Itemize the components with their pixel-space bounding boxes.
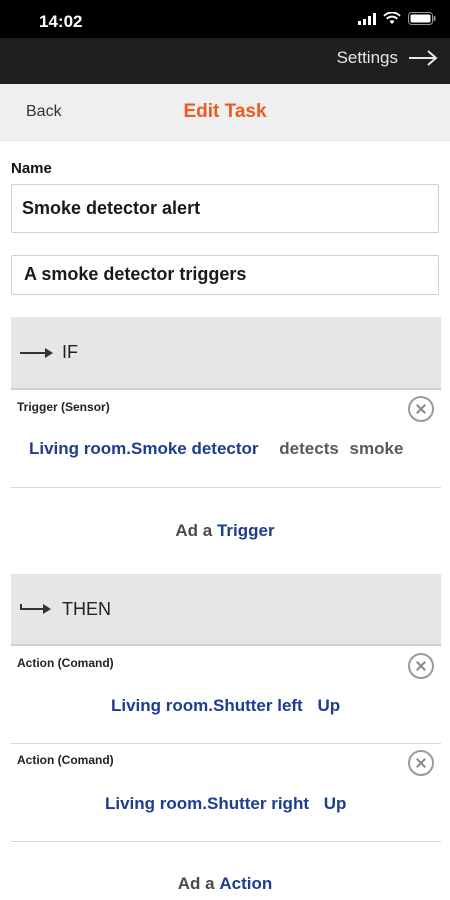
- trigger-type-label: Trigger (Sensor): [17, 400, 110, 414]
- divider: [11, 487, 441, 488]
- add-action-button[interactable]: Ad a Action: [0, 874, 450, 894]
- trigger-object[interactable]: smoke: [350, 439, 404, 458]
- divider: [11, 743, 441, 744]
- action-device[interactable]: Living room.Shutter left: [111, 696, 303, 715]
- action-type-label: Action (Comand): [17, 656, 114, 670]
- status-bar: 14:02: [0, 0, 450, 38]
- status-time: 14:02: [39, 12, 83, 31]
- action-type-label: Action (Comand): [17, 753, 114, 767]
- description-field[interactable]: A smoke detector triggers: [11, 255, 439, 295]
- action-command[interactable]: Up: [317, 696, 340, 715]
- add-trigger-button[interactable]: Ad a Trigger: [0, 521, 450, 541]
- trigger-verb: detects: [279, 439, 339, 458]
- if-section-header: IF: [11, 317, 441, 390]
- trigger-device[interactable]: Living room.Smoke detector: [29, 439, 259, 458]
- add-trigger-link[interactable]: Trigger: [217, 521, 275, 540]
- add-action-prefix: Ad a: [177, 874, 215, 893]
- battery-icon: [408, 12, 436, 25]
- wifi-icon: [383, 12, 401, 24]
- remove-trigger-icon[interactable]: [408, 396, 434, 422]
- settings-button[interactable]: Settings: [337, 48, 438, 68]
- arrow-turn-right-icon: [20, 603, 54, 615]
- top-bar: Settings: [0, 38, 450, 84]
- status-icons: [358, 12, 436, 25]
- divider: [11, 841, 441, 842]
- page-title: Edit Task: [183, 101, 267, 122]
- action-row[interactable]: Living room.Shutter left Up: [111, 696, 340, 716]
- action-row[interactable]: Living room.Shutter right Up: [105, 794, 346, 814]
- action-device[interactable]: Living room.Shutter right: [105, 794, 309, 813]
- action-command[interactable]: Up: [324, 794, 347, 813]
- remove-action-icon[interactable]: [408, 750, 434, 776]
- add-action-link[interactable]: Action: [219, 874, 272, 893]
- name-field[interactable]: Smoke detector alert: [11, 184, 439, 233]
- then-section-header: THEN: [11, 574, 441, 646]
- remove-action-icon[interactable]: [408, 653, 434, 679]
- cellular-signal-icon: [358, 12, 376, 25]
- if-label: IF: [62, 342, 78, 362]
- add-trigger-prefix: Ad a: [175, 521, 213, 540]
- settings-label: Settings: [336, 48, 398, 67]
- arrow-right-icon: [20, 347, 54, 359]
- navigation-bar: Back Edit Task: [0, 84, 450, 141]
- arrow-right-icon: [409, 50, 438, 66]
- then-label: THEN: [62, 598, 111, 619]
- name-label: Name: [11, 160, 52, 177]
- trigger-row[interactable]: Living room.Smoke detector detects smoke: [29, 439, 403, 459]
